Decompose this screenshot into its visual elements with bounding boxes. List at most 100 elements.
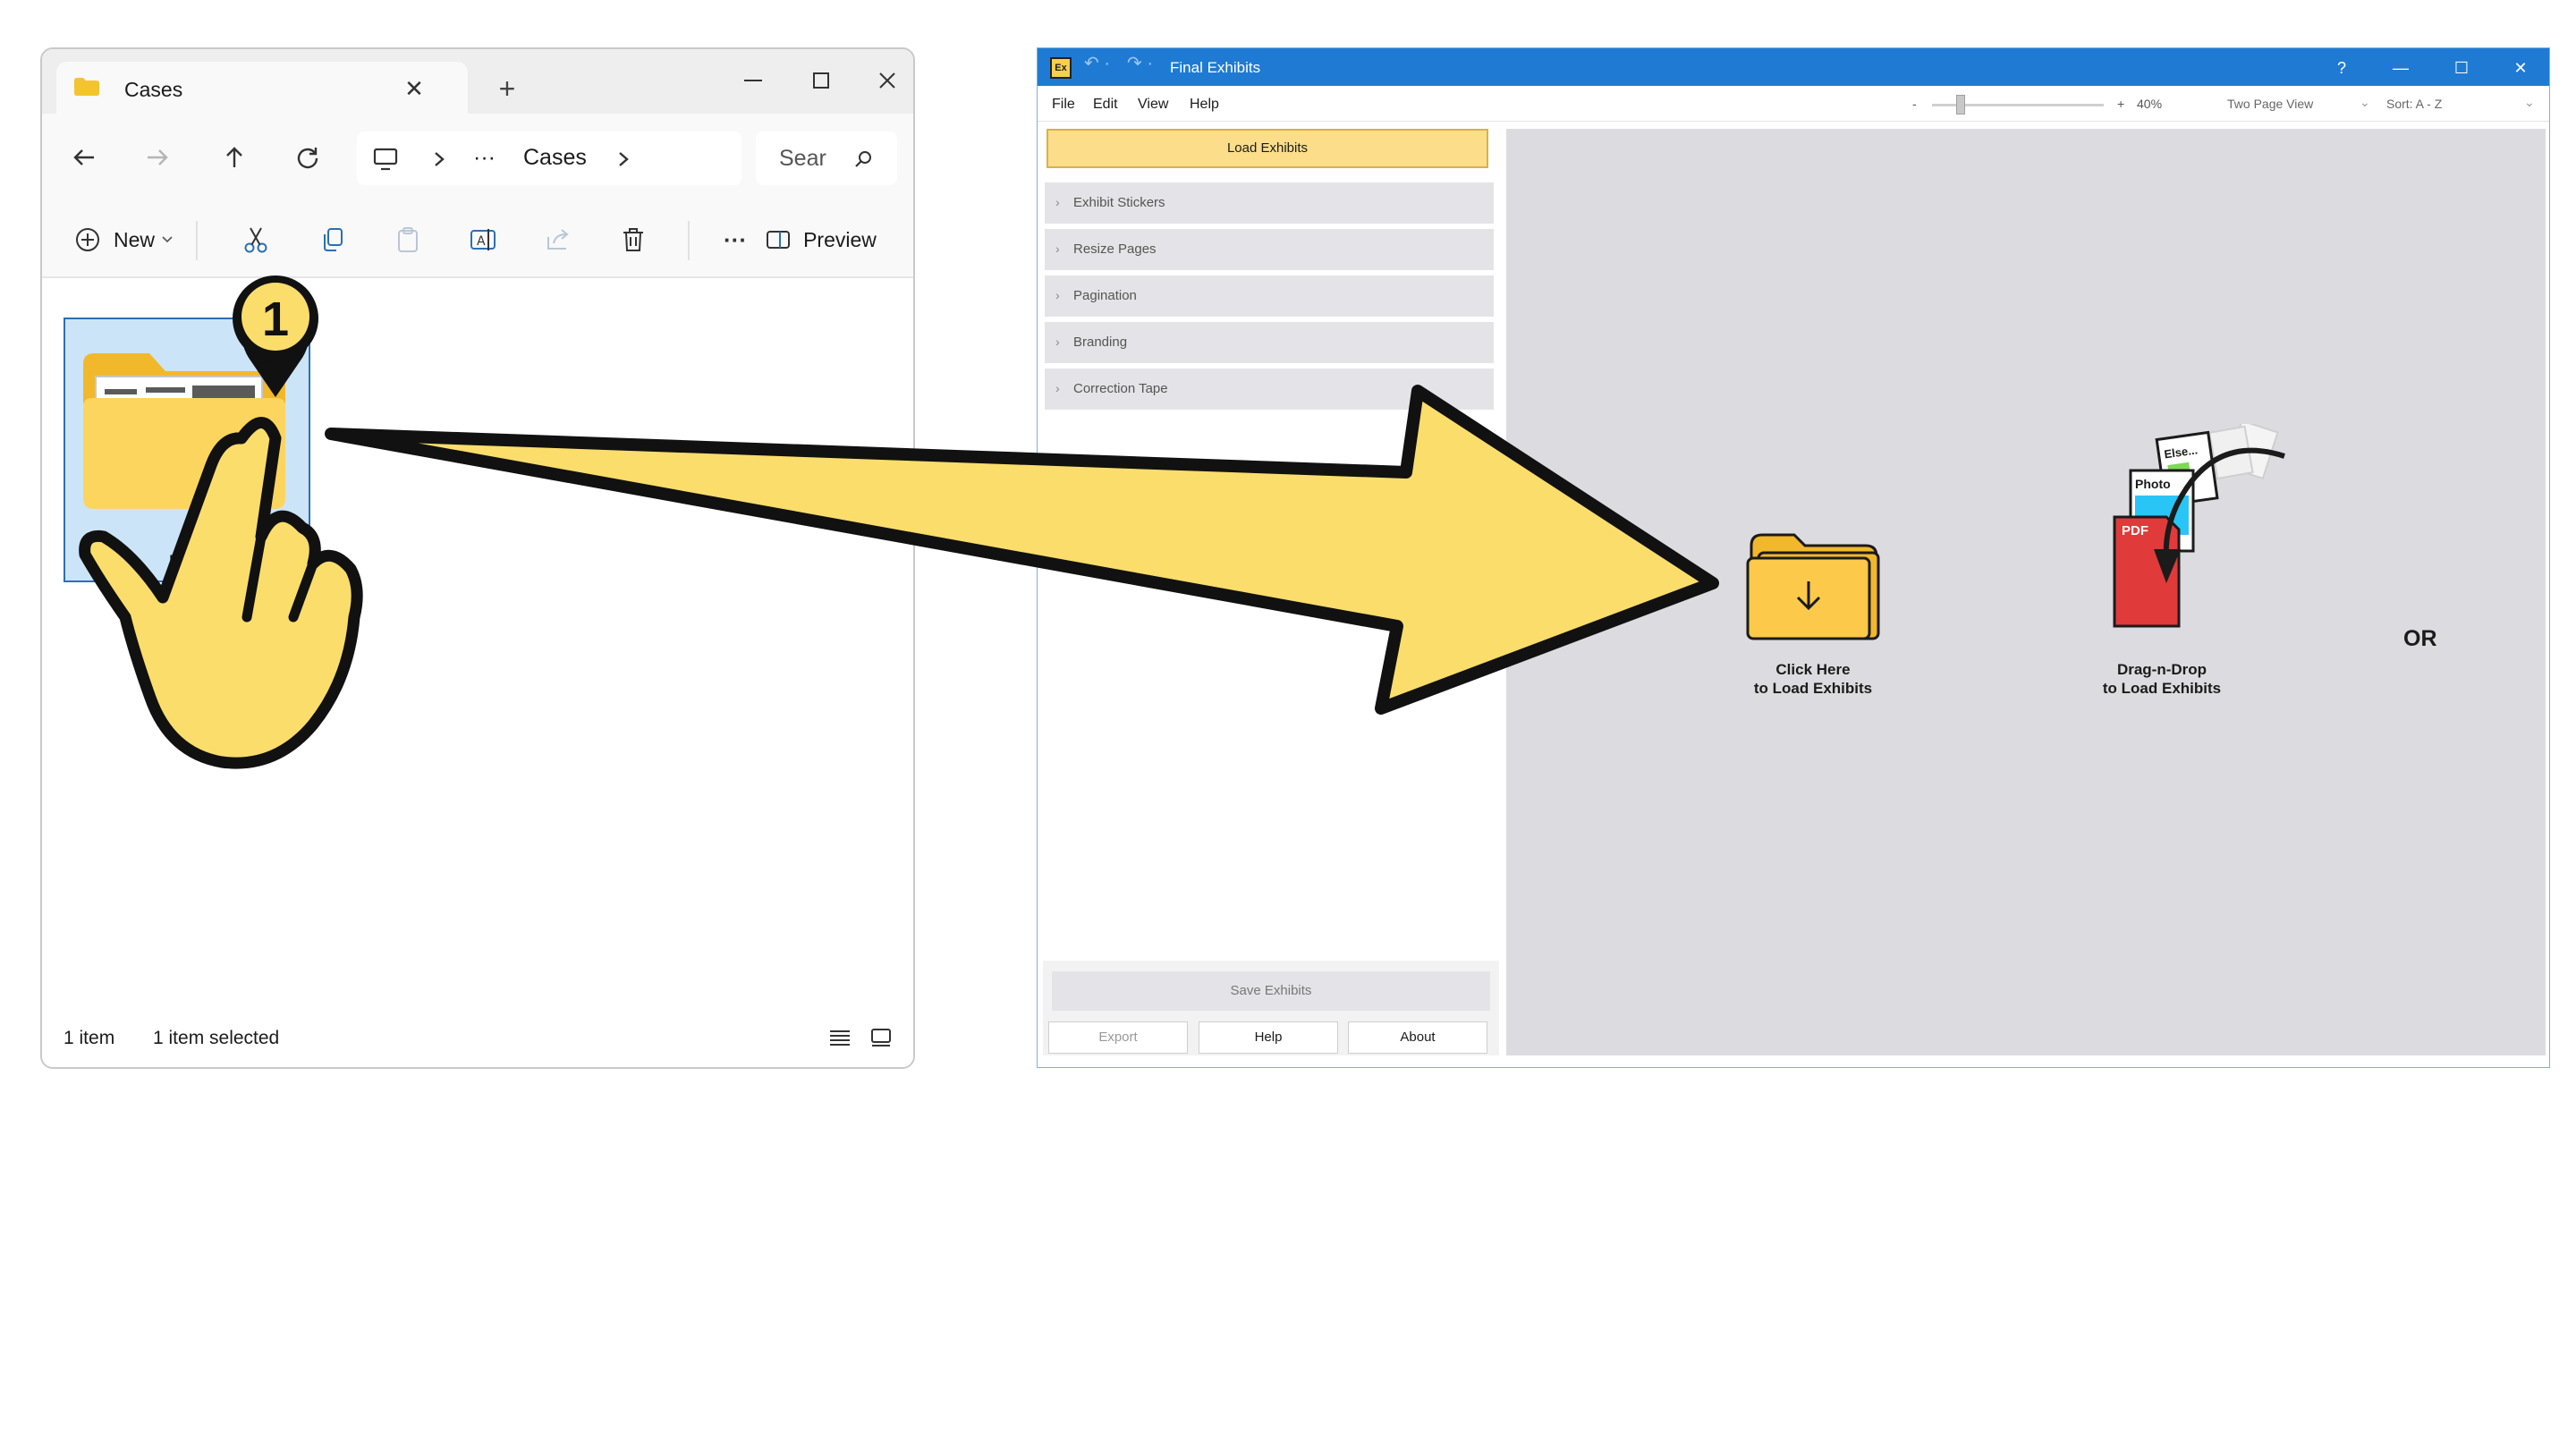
new-label: New xyxy=(113,227,155,251)
menu-bar: File Edit View Help - + 40% Two Page Vie… xyxy=(1038,86,2549,122)
back-button[interactable] xyxy=(60,133,108,182)
section-exhibit-stickers[interactable]: › Exhibit Stickers xyxy=(1045,182,1494,224)
exhibits-folder-item[interactable]: Exhi xyxy=(64,318,310,582)
redo-icon[interactable]: ↷ · xyxy=(1127,52,1153,74)
zoom-in-button[interactable]: + xyxy=(2117,97,2124,111)
folder-with-documents-icon xyxy=(83,353,285,509)
section-label: Resize Pages xyxy=(1073,242,1157,257)
preview-label: Preview xyxy=(803,227,877,251)
undo-icon[interactable]: ↶ · xyxy=(1084,52,1110,74)
section-branding[interactable]: › Branding xyxy=(1045,322,1494,363)
paste-button[interactable] xyxy=(386,217,430,262)
arrow-left-icon xyxy=(73,149,94,165)
drag-caption-line2: to Load Exhibits xyxy=(2102,680,2222,697)
preview-pane-icon xyxy=(767,231,791,249)
menu-edit[interactable]: Edit xyxy=(1093,97,1118,113)
forward-button[interactable] xyxy=(133,133,182,182)
plus-circle-icon xyxy=(75,228,99,251)
explorer-tab[interactable]: Cases ✕ xyxy=(56,62,468,115)
item-name: Exhi xyxy=(168,552,206,572)
search-input[interactable]: Sear xyxy=(756,131,897,185)
delete-button[interactable] xyxy=(611,217,656,262)
chevron-right-icon xyxy=(435,152,445,166)
selection-count: 1 item selected xyxy=(153,1028,280,1048)
drag-drop-illustration: Else... Photo PDF xyxy=(2113,424,2285,628)
chevron-right-icon: › xyxy=(1055,335,1060,349)
chevron-down-icon: ⌄ xyxy=(2360,95,2370,109)
drag-caption: Drag-n-Drop to Load Exhibits xyxy=(2072,660,2251,698)
final-exhibits-window: Ex ↶ · ↷ · Final Exhibits ? — ☐ ✕ File E… xyxy=(1037,47,2550,1068)
breadcrumb-current[interactable]: Cases xyxy=(523,145,587,171)
arrow-up-icon xyxy=(226,147,242,167)
maximize-button[interactable]: ☐ xyxy=(2435,55,2488,80)
explorer-titlebar: Cases ✕ + xyxy=(42,49,913,115)
section-label: Branding xyxy=(1073,335,1128,350)
about-button[interactable]: About xyxy=(1348,1021,1487,1054)
menu-help[interactable]: Help xyxy=(1190,97,1219,113)
minimize-button[interactable]: — xyxy=(2374,55,2428,80)
close-window-button[interactable]: ✕ xyxy=(2494,55,2547,80)
maximize-button[interactable] xyxy=(792,58,851,103)
share-icon xyxy=(547,229,569,250)
save-exhibits-button[interactable]: Save Exhibits xyxy=(1052,971,1490,1011)
help-button[interactable]: Help xyxy=(1199,1021,1338,1054)
new-button[interactable]: New xyxy=(65,217,182,262)
close-window-button[interactable] xyxy=(858,58,913,103)
copy-button[interactable] xyxy=(310,217,355,262)
click-caption: Click Here to Load Exhibits xyxy=(1724,660,1902,698)
section-pagination[interactable]: › Pagination xyxy=(1045,275,1494,317)
load-folder-icon[interactable] xyxy=(1746,531,1880,640)
details-view-icon[interactable] xyxy=(829,1030,851,1047)
zoom-out-button[interactable]: - xyxy=(1912,97,1917,111)
export-button[interactable]: Export xyxy=(1048,1021,1188,1054)
tool-panel: Load Exhibits › Exhibit Stickers › Resiz… xyxy=(1043,129,1499,1055)
breadcrumb-ellipsis[interactable]: ··· xyxy=(473,145,496,171)
section-label: Exhibit Stickers xyxy=(1073,195,1165,210)
new-tab-button[interactable]: + xyxy=(489,71,525,106)
section-correction-tape[interactable]: › Correction Tape xyxy=(1045,369,1494,410)
chevron-down-icon xyxy=(162,236,173,243)
zoom-level: 40% xyxy=(2137,97,2163,111)
maximize-icon xyxy=(813,72,829,89)
panel-footer: Save Exhibits Export Help About xyxy=(1043,961,1499,1055)
drop-area[interactable]: Click Here to Load Exhibits OR Else... P… xyxy=(1506,129,2546,1055)
photo-label: Photo xyxy=(2135,477,2171,491)
cut-button[interactable] xyxy=(233,217,278,262)
breadcrumb[interactable]: ··· Cases xyxy=(357,131,741,185)
tiles-view-icon[interactable] xyxy=(870,1028,892,1047)
minimize-icon xyxy=(744,80,762,81)
address-bar: ··· Cases Sear xyxy=(42,114,913,203)
file-list: Exhi xyxy=(42,278,913,1012)
search-icon xyxy=(855,151,871,167)
view-mode-select[interactable]: Two Page View xyxy=(2227,97,2313,111)
refresh-icon xyxy=(297,148,318,169)
menu-view[interactable]: View xyxy=(1138,97,1168,113)
preview-button[interactable]: Preview xyxy=(763,217,879,262)
up-button[interactable] xyxy=(210,133,258,182)
drag-caption-line1: Drag-n-Drop xyxy=(2116,661,2207,678)
minimize-button[interactable] xyxy=(724,58,783,103)
close-tab-icon[interactable]: ✕ xyxy=(396,71,432,106)
refresh-button[interactable] xyxy=(284,133,332,182)
scissors-icon xyxy=(244,227,267,253)
item-count: 1 item xyxy=(64,1028,115,1048)
copy-icon xyxy=(324,228,343,251)
section-resize-pages[interactable]: › Resize Pages xyxy=(1045,229,1494,270)
zoom-slider-thumb[interactable] xyxy=(1956,95,1965,114)
trash-icon xyxy=(623,228,643,251)
clipboard-icon xyxy=(398,227,418,252)
help-title-button[interactable]: ? xyxy=(2315,55,2368,80)
menu-file[interactable]: File xyxy=(1052,97,1075,113)
share-button[interactable] xyxy=(536,217,580,262)
rename-button[interactable]: A xyxy=(461,217,505,262)
section-label: Pagination xyxy=(1073,288,1137,303)
chevron-right-icon xyxy=(619,152,629,166)
pdf-label: PDF xyxy=(2122,523,2148,538)
chevron-down-icon: ⌄ xyxy=(2524,95,2535,109)
app-title: Final Exhibits xyxy=(1170,59,1261,76)
sort-select[interactable]: Sort: A - Z xyxy=(2386,97,2442,111)
section-label: Correction Tape xyxy=(1073,381,1168,396)
more-options-button[interactable]: ··· xyxy=(711,217,759,262)
load-exhibits-button[interactable]: Load Exhibits xyxy=(1046,129,1488,168)
app-titlebar: Ex ↶ · ↷ · Final Exhibits ? — ☐ ✕ xyxy=(1038,48,2549,86)
